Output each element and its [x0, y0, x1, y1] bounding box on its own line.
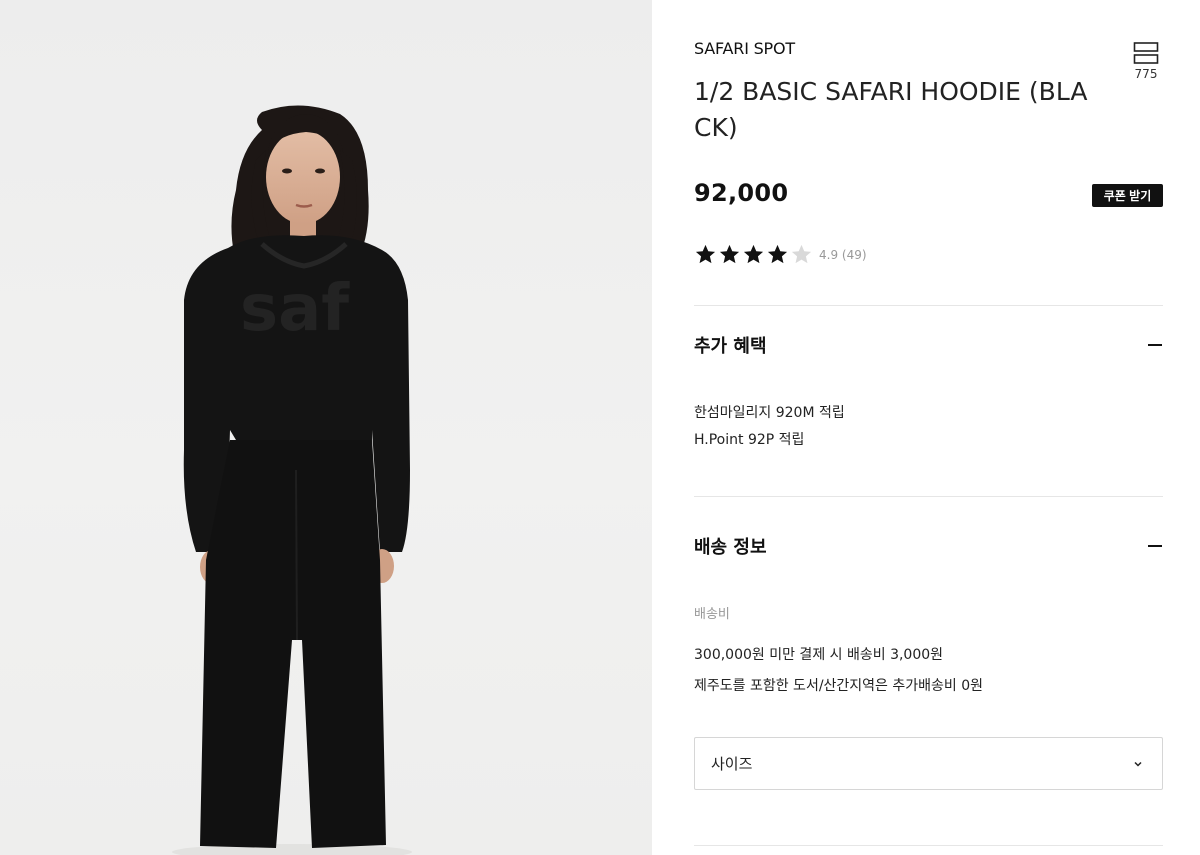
- divider: [694, 305, 1163, 306]
- collapse-icon: [1148, 545, 1162, 547]
- product-title: 1/2 BASIC SAFARI HOODIE (BLACK): [694, 77, 1088, 142]
- rating-stars: [694, 243, 813, 266]
- hoodie-print: saf: [240, 272, 350, 346]
- star-filled-icon: [695, 244, 716, 264]
- star-filled-icon: [719, 244, 740, 264]
- shipping-toggle[interactable]: 배송 정보: [694, 532, 1163, 560]
- collapse-icon: [1148, 344, 1162, 346]
- size-select[interactable]: 사이즈: [694, 737, 1163, 790]
- shipping-title: 배송 정보: [694, 537, 767, 558]
- star-empty-icon: [791, 244, 812, 264]
- benefit-hpoint: H.Point 92P 적립: [694, 432, 805, 448]
- divider: [694, 496, 1163, 497]
- model-figure: saf: [172, 105, 412, 855]
- coupon-button[interactable]: 쿠폰 받기: [1092, 184, 1163, 207]
- product-info-panel: SAFARI SPOT 1/2 BASIC SAFARI HOODIE (BLA…: [652, 0, 1200, 855]
- rating[interactable]: 4.9 (49): [694, 243, 867, 266]
- divider: [694, 845, 1163, 846]
- wish-count: 775: [1134, 67, 1158, 81]
- star-filled-icon: [743, 244, 764, 264]
- benefits-title: 추가 혜택: [694, 336, 767, 357]
- size-select-label: 사이즈: [711, 755, 753, 773]
- star-filled-icon: [767, 244, 788, 264]
- shipping-line-1: 300,000원 미만 결제 시 배송비 3,000원: [694, 647, 944, 663]
- list-icon: [1133, 42, 1159, 64]
- benefit-mileage: 한섬마일리지 920M 적립: [694, 405, 845, 421]
- shipping-fee-label: 배송비: [694, 607, 730, 622]
- wishlist-button[interactable]: 775: [1130, 40, 1162, 81]
- product-image: saf: [0, 0, 652, 855]
- shipping-line-2: 제주도를 포함한 도서/산간지역은 추가배송비 0원: [694, 678, 984, 694]
- product-price: 92,000: [694, 179, 789, 207]
- brand-name[interactable]: SAFARI SPOT: [694, 39, 795, 58]
- rating-summary: 4.9 (49): [819, 247, 867, 262]
- chevron-down-icon: [1134, 761, 1142, 767]
- benefits-toggle[interactable]: 추가 혜택: [694, 331, 1163, 359]
